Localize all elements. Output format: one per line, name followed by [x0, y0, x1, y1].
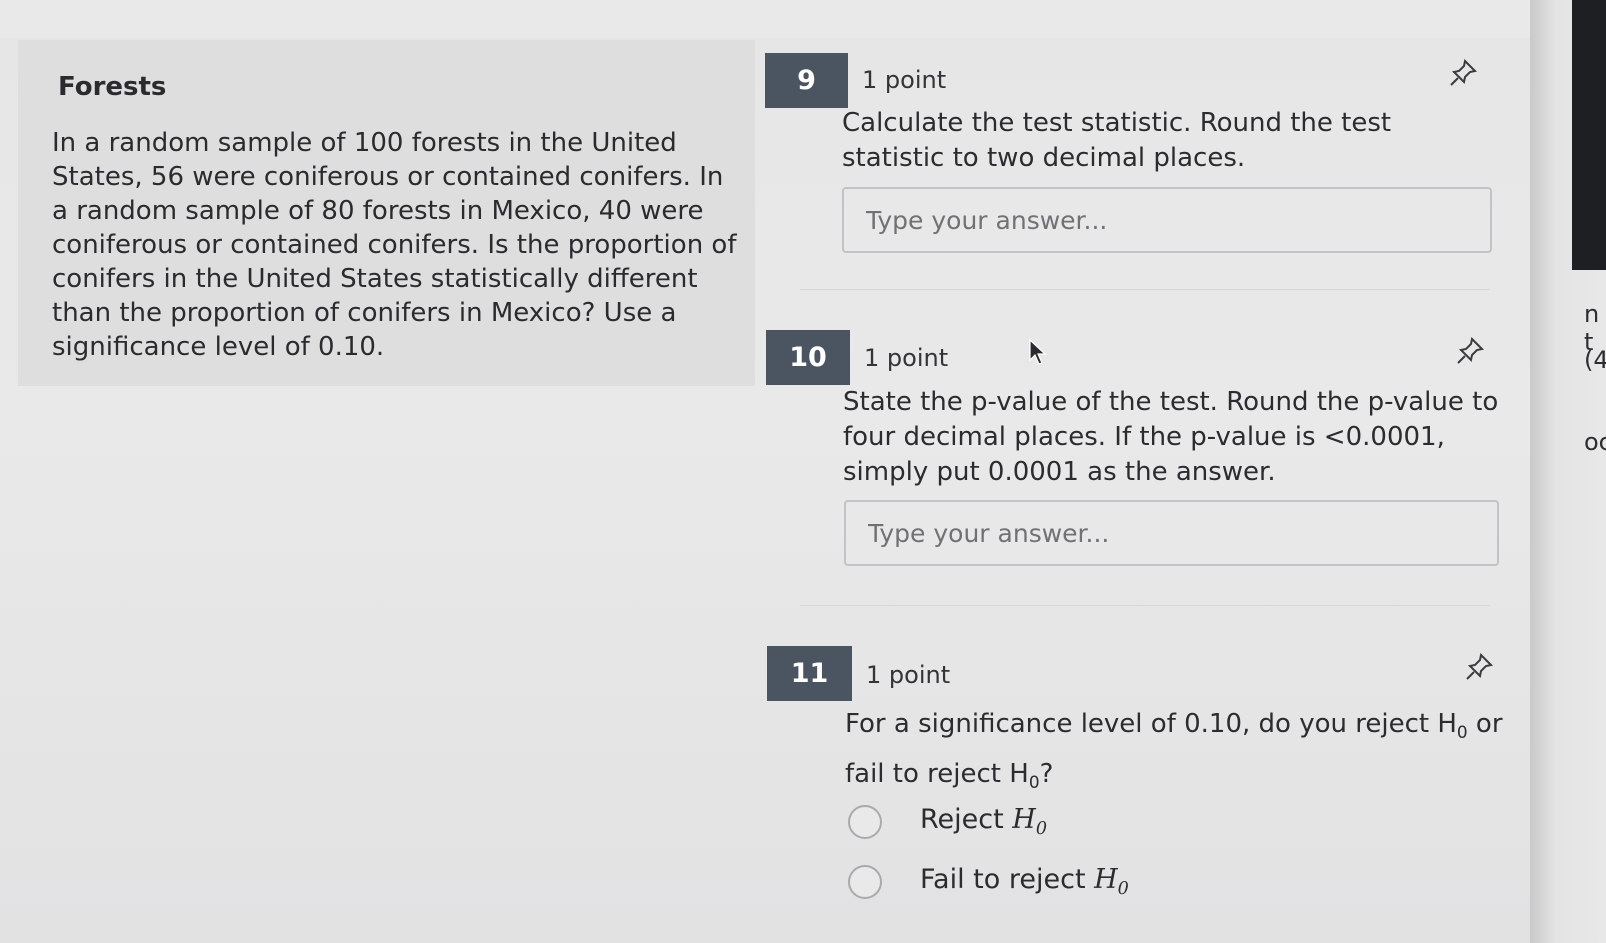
question-text-part: ?: [1039, 758, 1054, 789]
question-text: State the p-value of the test. Round the…: [843, 387, 1499, 487]
subscript: 0: [1028, 771, 1040, 792]
top-bar: [0, 0, 1530, 38]
option-label: Reject H0: [920, 804, 1047, 840]
question-number-badge: 10: [766, 330, 850, 385]
passage-title: Forests: [58, 72, 167, 102]
mouse-cursor-icon: [1029, 338, 1047, 365]
radio-button[interactable]: [848, 804, 882, 839]
question-number-badge: 9: [765, 53, 848, 108]
edge-text: (4): [1584, 346, 1606, 374]
question-text-part: For a significance level of 0.10, do you…: [845, 709, 1457, 739]
radio-button[interactable]: [848, 864, 882, 899]
quiz-page: Forests In a random sample of 100 forest…: [0, 0, 1530, 943]
question-text: Calculate the test statistic. Round the …: [842, 108, 1392, 173]
pin-icon[interactable]: [1448, 58, 1478, 88]
subscript: 0: [1456, 721, 1468, 742]
answer-input[interactable]: [844, 500, 1499, 566]
question-points: 1 point: [862, 66, 947, 94]
question-number-badge: 11: [767, 646, 852, 701]
question-points: 1 point: [866, 661, 951, 689]
question-text: For a significance level of 0.10, do you…: [845, 703, 1505, 803]
edge-text: oc: [1584, 428, 1606, 456]
question-points: 1 point: [864, 344, 949, 372]
option-fail-to-reject[interactable]: Fail to reject H0: [848, 864, 1129, 899]
pin-icon[interactable]: [1464, 652, 1494, 682]
passage-panel: Forests In a random sample of 100 forest…: [18, 40, 755, 386]
passage-text: In a random sample of 100 forests in the…: [52, 128, 737, 362]
answer-input[interactable]: [842, 187, 1492, 253]
divider: [800, 289, 1490, 290]
option-reject[interactable]: Reject H0: [848, 804, 1047, 839]
option-label: Fail to reject H0: [920, 864, 1129, 900]
dark-window-strip: [1572, 0, 1606, 270]
pin-icon[interactable]: [1455, 336, 1485, 366]
divider: [800, 605, 1490, 606]
